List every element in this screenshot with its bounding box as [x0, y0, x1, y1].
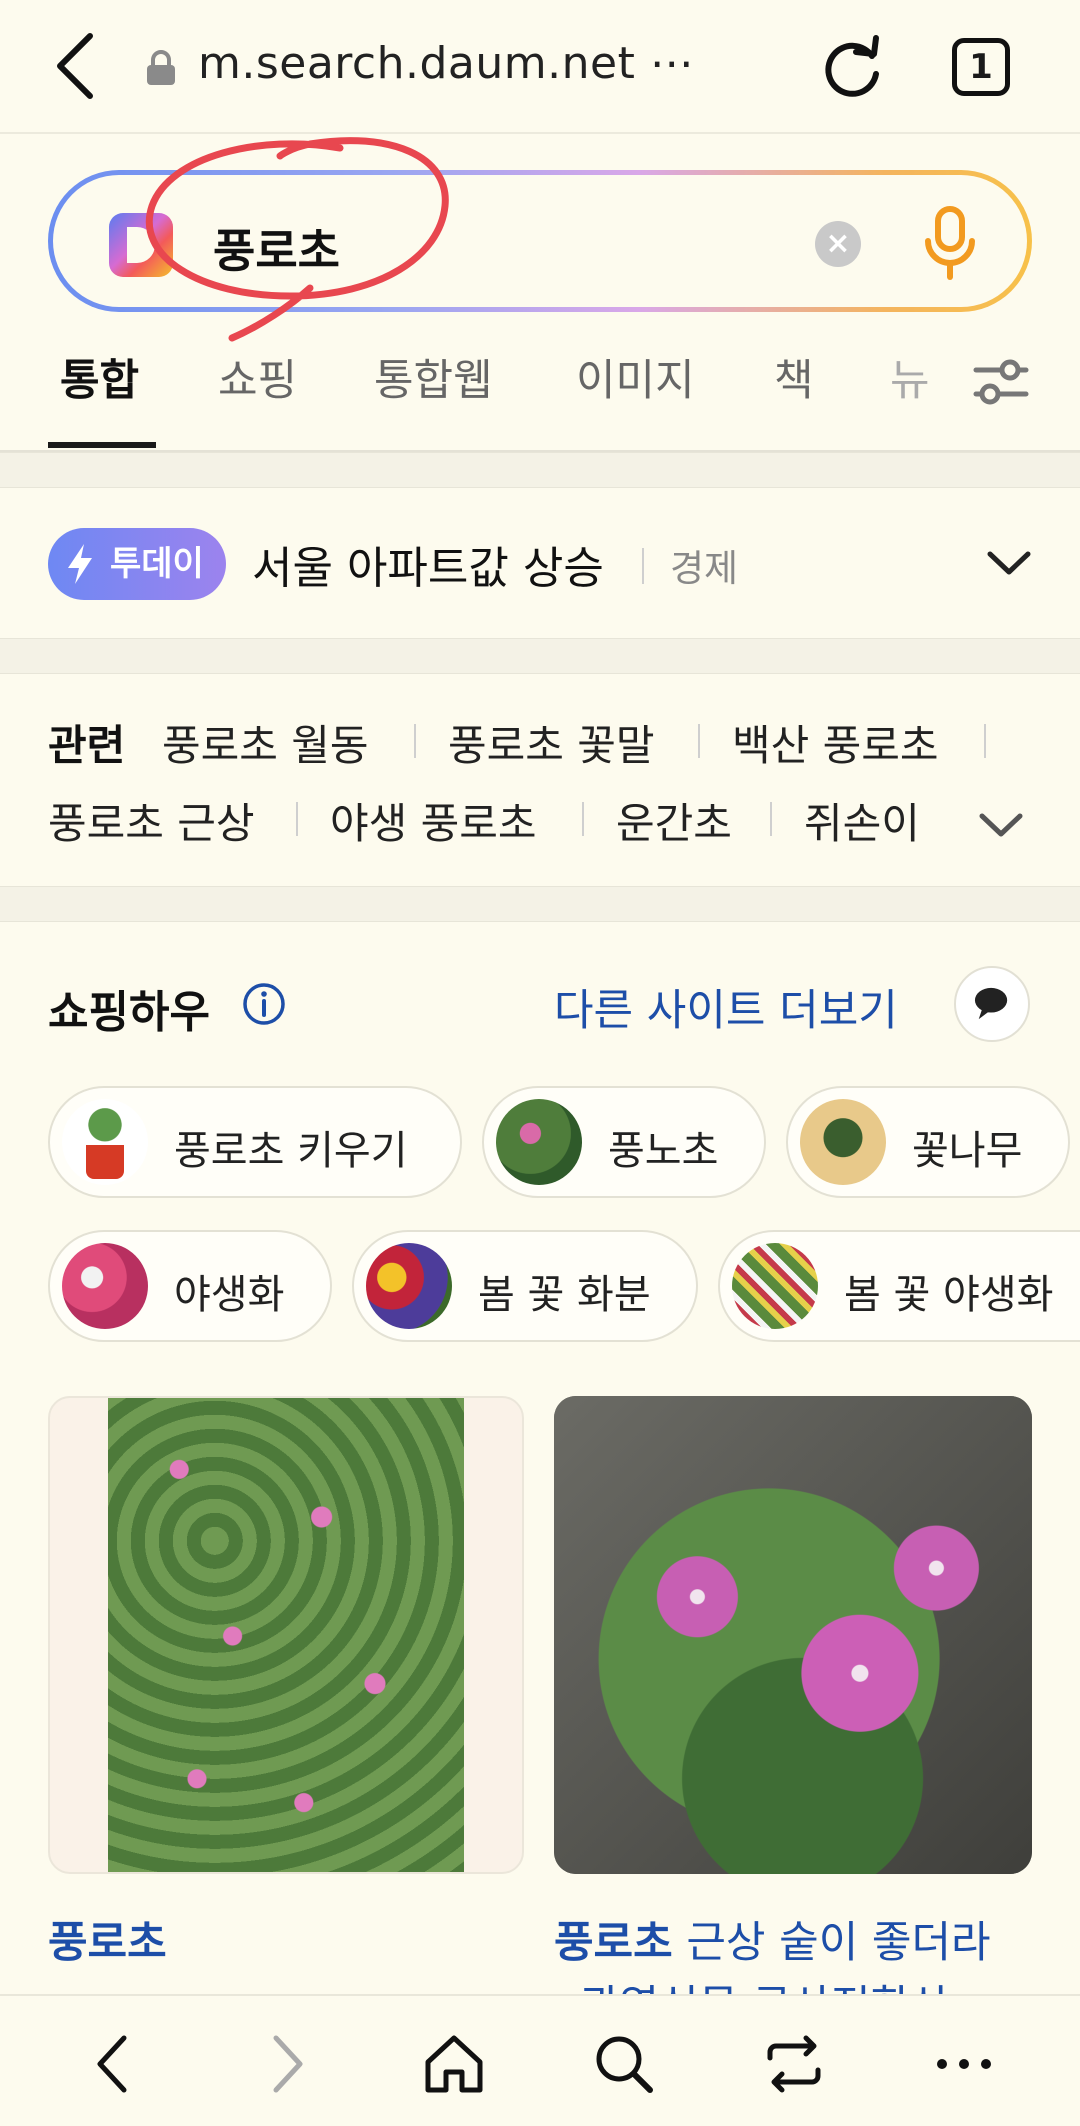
section-separator — [0, 638, 1080, 674]
today-headline[interactable]: 서울 아파트값 상승 — [252, 532, 604, 596]
suggestion-chip[interactable]: 봄 꽃 야생화 — [718, 1230, 1080, 1342]
suggestion-chip[interactable]: 봄 꽃 화분 — [352, 1230, 698, 1342]
related-item[interactable]: 백산 풍로초 — [732, 712, 939, 773]
tab-books[interactable]: 책 — [774, 346, 814, 408]
chat-icon — [974, 987, 1008, 1020]
lock-icon — [147, 50, 175, 85]
related-item[interactable]: 야생 풍로초 — [330, 790, 537, 851]
url-bar[interactable]: m.search.daum.net ⋯ — [198, 38, 694, 89]
chip-thumbnail — [732, 1243, 818, 1329]
product-title-rest: 근상 숱이 좋더라 — [672, 1918, 991, 1968]
tab-images[interactable]: 이미지 — [576, 346, 695, 408]
filter-icon[interactable] — [972, 356, 1030, 408]
divider — [414, 724, 416, 758]
related-item[interactable]: 쥐손이 — [804, 790, 920, 851]
tab-web[interactable]: 통합웹 — [374, 346, 493, 408]
product-title-keyword: 풍로초 — [554, 1918, 673, 1968]
clear-icon[interactable]: × — [815, 221, 861, 267]
chip-label: 봄 꽃 화분 — [478, 1272, 651, 1318]
suggestion-chip[interactable]: 야생화 — [48, 1230, 332, 1342]
tabs-switch-icon[interactable] — [762, 2032, 826, 2096]
mic-icon[interactable] — [921, 205, 979, 283]
browser-bottom-nav — [0, 1994, 1080, 2126]
tab-integrated[interactable]: 통합 — [60, 346, 139, 408]
product-image — [108, 1398, 464, 1872]
suggestion-chip[interactable]: 풍로초 키우기 — [48, 1086, 462, 1198]
product-image — [554, 1396, 1032, 1874]
product-card[interactable] — [48, 1396, 524, 1874]
tab-shopping[interactable]: 쇼핑 — [218, 346, 297, 408]
divider — [642, 548, 644, 584]
divider — [582, 802, 584, 836]
related-item[interactable]: 운간초 — [616, 790, 732, 851]
more-icon[interactable] — [932, 2032, 996, 2096]
search-box[interactable]: 풍로초 × — [48, 170, 1032, 312]
related-heading: 관련 — [48, 721, 126, 770]
home-icon[interactable] — [422, 2032, 486, 2096]
divider — [984, 724, 986, 758]
chip-label: 꽃나무 — [912, 1128, 1023, 1174]
chip-label: 풍로초 키우기 — [174, 1128, 408, 1174]
section-separator — [0, 452, 1080, 488]
info-icon[interactable] — [242, 982, 286, 1026]
tab-news[interactable]: 뉴 — [890, 346, 930, 408]
chip-label: 봄 꽃 야생화 — [844, 1272, 1054, 1318]
chip-thumbnail — [800, 1099, 886, 1185]
suggestion-chip[interactable]: 풍노초 — [482, 1086, 766, 1198]
more-sites-link[interactable]: 다른 사이트 더보기 — [554, 976, 898, 1038]
product-card[interactable] — [554, 1396, 1032, 1874]
chevron-down-icon[interactable] — [978, 810, 1024, 840]
search-input[interactable]: 풍로초 — [213, 215, 340, 281]
chip-thumbnail — [496, 1099, 582, 1185]
product-title[interactable]: 풍로초 — [48, 1908, 167, 1970]
search-icon[interactable] — [592, 2032, 656, 2096]
shopping-how-title: 쇼핑하우 — [48, 987, 210, 1038]
daum-logo-icon — [109, 213, 173, 277]
related-item[interactable]: 풍로초 월동 — [162, 712, 369, 773]
related-item[interactable]: 풍로초 꽃말 — [448, 712, 655, 773]
nav-back-icon[interactable] — [82, 2032, 146, 2096]
section-separator — [0, 886, 1080, 922]
back-arrow-icon[interactable] — [48, 28, 108, 104]
chat-button[interactable] — [954, 966, 1030, 1042]
related-item[interactable]: 풍로초 근상 — [48, 790, 255, 851]
reload-icon[interactable] — [820, 34, 886, 100]
chip-label: 야생화 — [174, 1272, 285, 1318]
chip-label: 풍노초 — [608, 1128, 719, 1174]
chip-thumbnail — [62, 1243, 148, 1329]
nav-forward-icon[interactable] — [254, 2032, 318, 2096]
chevron-down-icon[interactable] — [986, 548, 1032, 578]
today-category: 경제 — [670, 547, 739, 590]
product-title[interactable]: 풍로초 근상 숱이 좋더라 — [554, 1908, 991, 1970]
tab-count-button[interactable]: 1 — [952, 38, 1010, 96]
chip-thumbnail — [62, 1099, 148, 1185]
suggestion-chip[interactable]: 꽃나무 — [786, 1086, 1070, 1198]
bolt-icon — [68, 544, 92, 584]
divider — [698, 724, 700, 758]
divider — [770, 802, 772, 836]
active-tab-indicator — [48, 442, 156, 448]
chip-thumbnail — [366, 1243, 452, 1329]
divider — [296, 802, 298, 836]
